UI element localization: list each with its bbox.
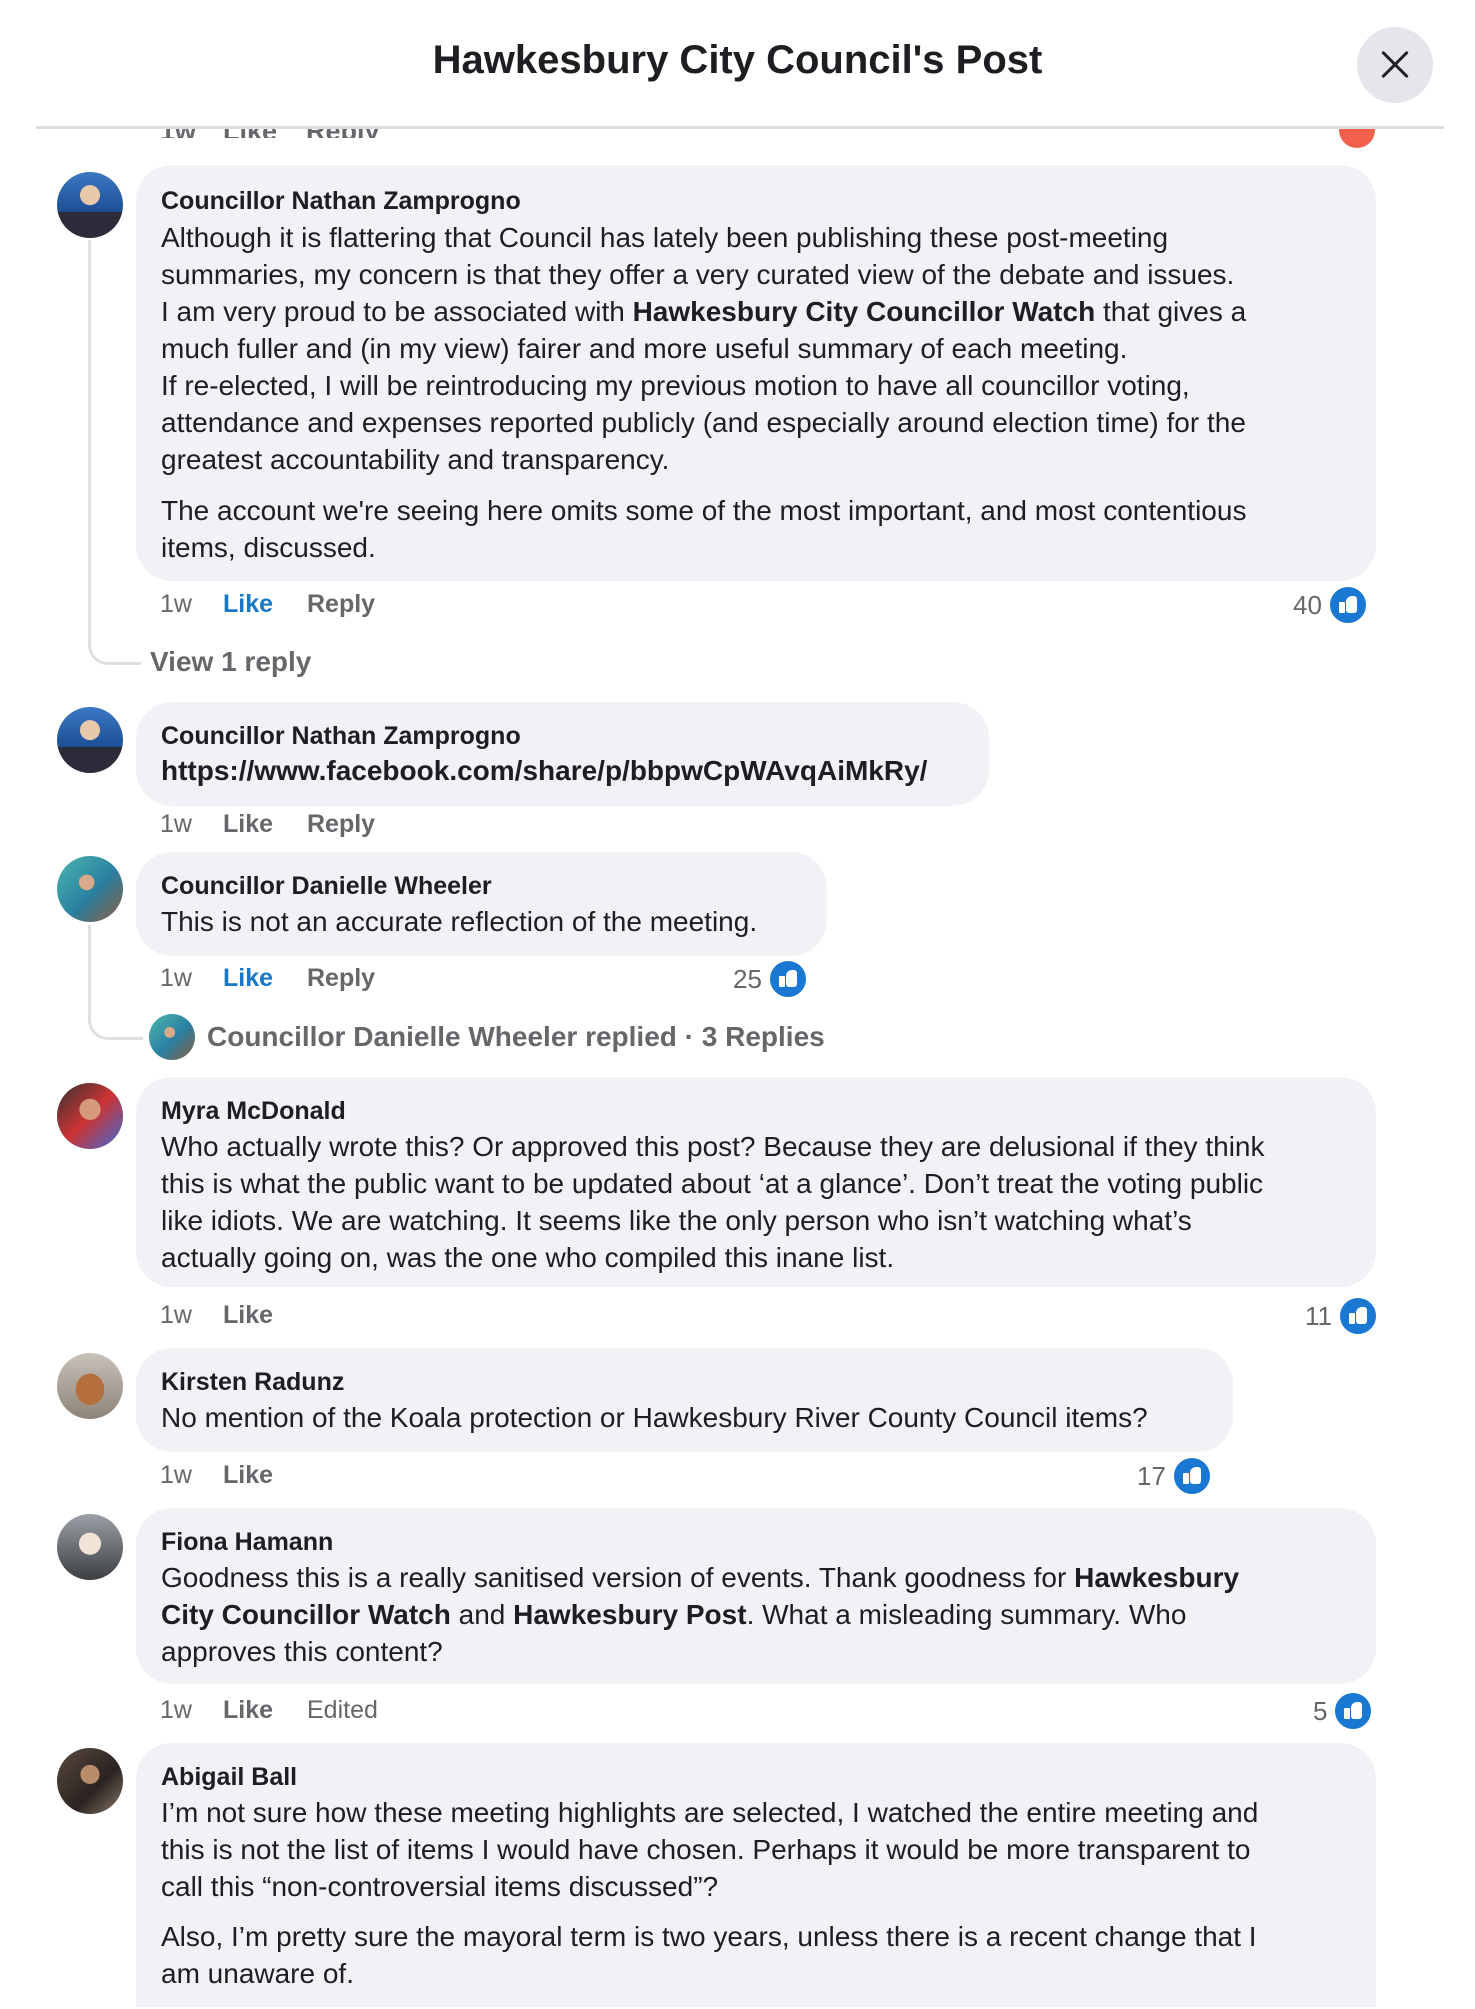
- comment-time[interactable]: 1w: [160, 1696, 192, 1725]
- comment-line: this is not the list of items I would ha…: [161, 1834, 1251, 1865]
- avatar[interactable]: [57, 707, 123, 773]
- comment-line: The account we're seeing here omits some…: [161, 495, 1247, 526]
- view-replies-link[interactable]: Councillor Danielle Wheeler replied · 3 …: [207, 1021, 825, 1053]
- reply-avatar: [149, 1014, 195, 1060]
- comment-line: like idiots. We are watching. It seems l…: [161, 1205, 1192, 1236]
- reaction-count[interactable]: 11: [1305, 1296, 1378, 1336]
- page-title: Hawkesbury City Council's Post: [432, 38, 1043, 82]
- reaction-count-value: 11: [1305, 1300, 1332, 1331]
- comment-line: Who actually wrote this? Or approved thi…: [161, 1131, 1265, 1162]
- comment-text: Goodness this is a really sanitised vers…: [161, 1562, 1067, 1593]
- mention-link[interactable]: City Councillor Watch: [161, 1599, 451, 1630]
- comment-author[interactable]: Abigail Ball: [161, 1763, 297, 1792]
- comment-bubble: Abigail Ball I’m not sure how these meet…: [136, 1743, 1376, 2007]
- comment-line: items, discussed.: [161, 532, 376, 563]
- like-reaction-icon: [1171, 1456, 1212, 1496]
- close-button[interactable]: [1357, 27, 1433, 103]
- comment-line: am unaware of.: [161, 1958, 354, 1989]
- mention-link[interactable]: Hawkesbury City Councillor Watch: [633, 296, 1096, 327]
- comment-author[interactable]: Kirsten Radunz: [161, 1368, 344, 1397]
- comment-bubble: Councillor Danielle Wheeler This is not …: [136, 852, 827, 956]
- comment-bubble: Councillor Nathan Zamprogno https://www.…: [136, 702, 989, 806]
- comment-bubble: Fiona Hamann Goodness this is a really s…: [136, 1508, 1376, 1684]
- comment-line: much fuller and (in my view) fairer and …: [161, 333, 1128, 364]
- thread-line: [88, 925, 143, 1040]
- reaction-count-value: 5: [1313, 1695, 1328, 1726]
- like-button[interactable]: Like: [223, 1301, 273, 1330]
- edited-label: Edited: [307, 1696, 378, 1724]
- comment-author[interactable]: Myra McDonald: [161, 1097, 346, 1126]
- comment-line: actually going on, was the one who compi…: [161, 1242, 895, 1273]
- comment-author[interactable]: Councillor Nathan Zamprogno: [161, 722, 521, 751]
- mention-link[interactable]: Hawkesbury: [1074, 1562, 1239, 1593]
- comment-author[interactable]: Councillor Danielle Wheeler: [161, 872, 492, 901]
- thread-line: [88, 240, 141, 665]
- comment-line: summaries, my concern is that they offer…: [161, 259, 1235, 290]
- like-reaction-icon: [1327, 585, 1368, 625]
- comment-text: . What a misleading summary. Who: [746, 1599, 1187, 1630]
- comment-line: I am very proud to be associated with Ha…: [161, 293, 1246, 330]
- avatar[interactable]: [57, 1083, 123, 1149]
- mention-link[interactable]: Hawkesbury Post: [513, 1599, 746, 1630]
- avatar[interactable]: [57, 172, 123, 238]
- comment-line: this is what the public want to be updat…: [161, 1168, 1264, 1199]
- like-reaction-icon: [1333, 1691, 1374, 1731]
- comment-bubble: Councillor Nathan Zamprogno Although it …: [136, 165, 1376, 581]
- reaction-count[interactable]: 25: [733, 959, 808, 999]
- reply-button[interactable]: Reply: [307, 810, 375, 839]
- reaction-count-value: 25: [733, 963, 762, 994]
- like-reaction-icon: [767, 959, 808, 999]
- comment-text: that gives a: [1102, 296, 1247, 327]
- comment-line: If re-elected, I will be reintroducing m…: [161, 370, 1190, 401]
- view-replies-link[interactable]: View 1 reply: [150, 646, 311, 678]
- like-button[interactable]: Like: [223, 964, 273, 993]
- avatar[interactable]: [57, 856, 123, 922]
- comment-line: City Councillor Watch and Hawkesbury Pos…: [161, 1596, 1186, 1633]
- comment-time[interactable]: 1w: [160, 810, 192, 839]
- comment-text: This is not an accurate reflection of th…: [161, 906, 758, 937]
- comment-time[interactable]: 1w: [160, 964, 192, 993]
- comment-text: and: [458, 1599, 506, 1630]
- comment-line: attendance and expenses reported publicl…: [161, 407, 1246, 438]
- comment-text: I am very proud to be associated with: [161, 296, 625, 327]
- reaction-count[interactable]: 17: [1137, 1456, 1212, 1496]
- reaction-count[interactable]: 5: [1313, 1691, 1374, 1731]
- like-button[interactable]: Like: [223, 1461, 273, 1490]
- reaction-count-value: 40: [1293, 589, 1322, 620]
- avatar[interactable]: [57, 1748, 123, 1814]
- avatar[interactable]: [57, 1514, 123, 1580]
- comment-author[interactable]: Councillor Nathan Zamprogno: [161, 187, 521, 216]
- comment-line: call this “non-controversial items discu…: [161, 1871, 719, 1902]
- like-button[interactable]: Like: [223, 590, 273, 619]
- comment-bubble: Kirsten Radunz No mention of the Koala p…: [136, 1348, 1233, 1452]
- avatar[interactable]: [57, 1353, 123, 1419]
- comment-line: approves this content?: [161, 1636, 443, 1667]
- comment-time[interactable]: 1w: [160, 590, 192, 619]
- comment-bubble: Myra McDonald Who actually wrote this? O…: [136, 1077, 1376, 1287]
- comment-line: greatest accountability and transparency…: [161, 444, 670, 475]
- comment-time[interactable]: 1w: [160, 1461, 192, 1490]
- reaction-count[interactable]: 40: [1293, 585, 1368, 625]
- reply-button[interactable]: Reply: [307, 590, 375, 619]
- like-reaction-icon: [1338, 1296, 1378, 1336]
- post-header: Hawkesbury City Council's Post: [0, 0, 1475, 128]
- comment-author[interactable]: Fiona Hamann: [161, 1528, 333, 1557]
- comment-line: Although it is flattering that Council h…: [161, 222, 1169, 253]
- reply-button[interactable]: Reply: [307, 964, 375, 993]
- comment-line: I’m not sure how these meeting highlight…: [161, 1797, 1259, 1828]
- shared-post-link[interactable]: https://www.facebook.com/share/p/bbpwCpW…: [161, 755, 927, 787]
- header-divider: [36, 126, 1444, 129]
- comment-text: No mention of the Koala protection or Ha…: [161, 1402, 1148, 1433]
- comment-line: Goodness this is a really sanitised vers…: [161, 1559, 1239, 1596]
- comment-time[interactable]: 1w: [160, 1301, 192, 1330]
- like-button[interactable]: Like: [223, 1696, 273, 1725]
- reaction-count-value: 17: [1137, 1460, 1166, 1491]
- comment-line: Also, I’m pretty sure the mayoral term i…: [161, 1921, 1257, 1952]
- like-button[interactable]: Like: [223, 810, 273, 839]
